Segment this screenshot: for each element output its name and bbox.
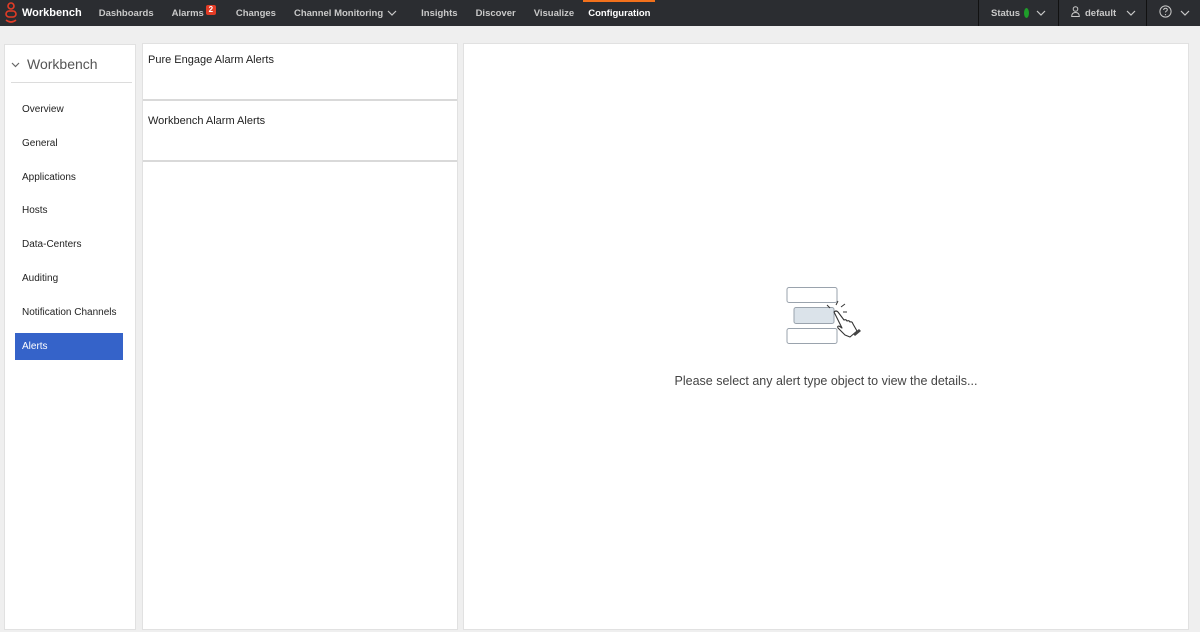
configuration-sidebar: Workbench Overview General Applications …	[4, 44, 136, 630]
sidebar-item-general[interactable]: General	[15, 130, 123, 157]
nav-label: Channel Monitoring	[293, 7, 384, 19]
sidebar-item-label: Overview	[22, 104, 64, 115]
genesys-logo-icon	[4, 2, 18, 24]
select-pointer-icon	[786, 286, 866, 353]
sidebar-item-label: Alerts	[22, 340, 48, 352]
nav-label: Insights	[421, 7, 458, 19]
nav-label: Dashboards	[98, 7, 154, 19]
alert-type-list: Pure Engage Alarm Alerts Workbench Alarm…	[142, 43, 458, 630]
help-menu[interactable]	[1146, 0, 1200, 26]
sidebar-item-applications[interactable]: Applications	[15, 164, 123, 191]
help-circle-icon	[1159, 5, 1172, 21]
empty-state-message: Please select any alert type object to v…	[674, 374, 978, 388]
nav-configuration[interactable]: Configuration	[583, 0, 656, 26]
chevron-down-icon	[1180, 8, 1190, 19]
sidebar-item-overview[interactable]: Overview	[15, 96, 123, 123]
sidebar-item-hosts[interactable]: Hosts	[15, 197, 123, 224]
user-icon	[1071, 6, 1080, 20]
nav-label: Discover	[475, 7, 516, 19]
status-indicator-icon	[1024, 8, 1029, 18]
sidebar-item-auditing[interactable]: Auditing	[15, 265, 123, 292]
sidebar-item-notification-channels[interactable]: Notification Channels	[15, 299, 123, 326]
nav-changes[interactable]: Changes	[227, 0, 285, 26]
chevron-down-icon	[387, 8, 397, 19]
sidebar-item-label: Applications	[22, 171, 76, 183]
alarms-count-badge: 2	[205, 5, 216, 15]
main-nav: Dashboards Alarms 2 Changes Channel Moni…	[90, 0, 656, 26]
nav-label: Alarms	[171, 7, 204, 19]
sidebar-item-label: Data-Centers	[22, 239, 82, 251]
sidebar-title: Workbench	[27, 55, 98, 72]
topbar-right: Status default	[978, 0, 1200, 26]
chevron-down-icon	[1126, 8, 1136, 19]
alert-type-item-workbench[interactable]: Workbench Alarm Alerts	[143, 105, 457, 162]
sidebar-section-toggle[interactable]: Workbench	[11, 45, 132, 83]
nav-label: Changes	[235, 7, 276, 19]
sidebar-item-label: Notification Channels	[22, 306, 117, 318]
alert-type-label: Pure Engage Alarm Alerts	[148, 54, 274, 66]
sidebar-item-data-centers[interactable]: Data-Centers	[15, 231, 123, 258]
sidebar-item-label: General	[22, 137, 58, 149]
chevron-down-icon	[11, 55, 20, 73]
nav-alarms[interactable]: Alarms 2	[163, 0, 227, 26]
nav-visualize[interactable]: Visualize	[525, 0, 584, 26]
sidebar-item-label: Auditing	[22, 272, 59, 284]
top-navigation-bar: Workbench Dashboards Alarms 2 Changes Ch…	[0, 0, 1200, 26]
nav-insights[interactable]: Insights	[406, 0, 466, 26]
alert-detail-panel: Please select any alert type object to v…	[463, 43, 1189, 630]
nav-discover[interactable]: Discover	[467, 0, 525, 26]
alert-type-label: Workbench Alarm Alerts	[148, 115, 266, 127]
app-name: Workbench	[22, 7, 82, 19]
sidebar-list: Overview General Applications Hosts Data…	[5, 96, 135, 360]
status-label: Status	[991, 7, 1021, 19]
status-menu[interactable]: Status	[978, 0, 1058, 26]
nav-label: Visualize	[533, 7, 575, 19]
alert-type-item-pure-engage[interactable]: Pure Engage Alarm Alerts	[143, 44, 457, 101]
nav-channel-monitoring[interactable]: Channel Monitoring	[285, 0, 406, 26]
user-menu[interactable]: default	[1058, 0, 1146, 26]
sidebar-item-label: Hosts	[22, 205, 48, 217]
brand[interactable]: Workbench	[0, 0, 90, 26]
nav-dashboards[interactable]: Dashboards	[90, 0, 163, 26]
user-name: default	[1085, 7, 1117, 19]
chevron-down-icon	[1036, 8, 1046, 19]
nav-label: Configuration	[588, 7, 651, 19]
sidebar-item-alerts[interactable]: Alerts	[15, 332, 123, 360]
